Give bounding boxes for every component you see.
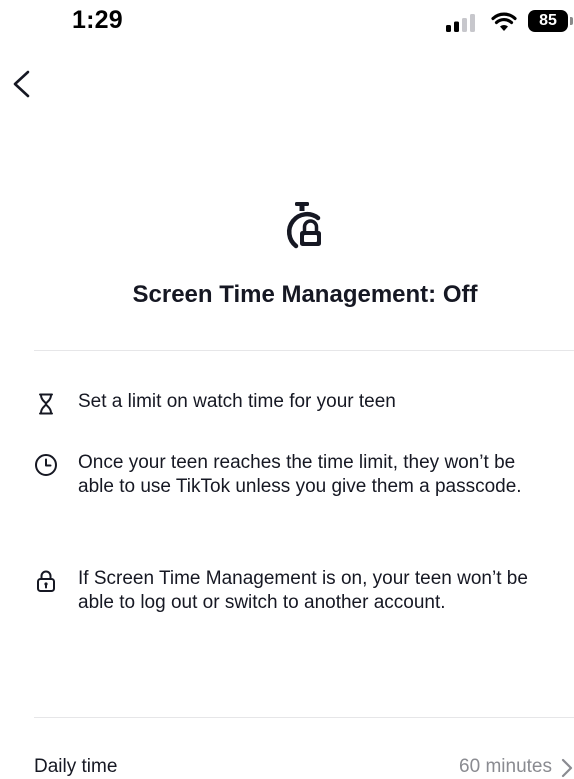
daily-time-label: Daily time — [34, 756, 118, 777]
battery-cap — [570, 17, 573, 25]
wifi-icon — [491, 12, 517, 31]
feature-text: Once your teen reaches the time limit, t… — [78, 452, 522, 497]
back-button[interactable] — [6, 66, 36, 102]
divider — [34, 717, 574, 718]
stopwatch-lock-icon — [286, 202, 321, 249]
divider — [34, 350, 574, 351]
hourglass-icon — [39, 393, 53, 415]
feature-text: If Screen Time Management is on, your te… — [78, 568, 528, 613]
battery-indicator: 85 — [528, 10, 574, 32]
clock-icon — [35, 454, 57, 476]
daily-time-row[interactable]: Daily time 60 minutes — [34, 752, 574, 779]
daily-time-value: 60 minutes — [459, 756, 552, 777]
lock-icon — [37, 570, 55, 592]
feature-text: Set a limit on watch time for your teen — [78, 391, 396, 412]
page-title: Screen Time Management: Off — [132, 281, 478, 308]
cellular-signal-icon — [446, 14, 475, 32]
screen-time-management-screen: 1:29 85 Screen Time Management: Off Set … — [0, 0, 574, 779]
battery-level: 85 — [528, 10, 568, 32]
status-time: 1:29 — [72, 6, 123, 34]
chevron-right-icon — [561, 758, 573, 778]
status-bar: 1:29 85 — [0, 0, 574, 44]
